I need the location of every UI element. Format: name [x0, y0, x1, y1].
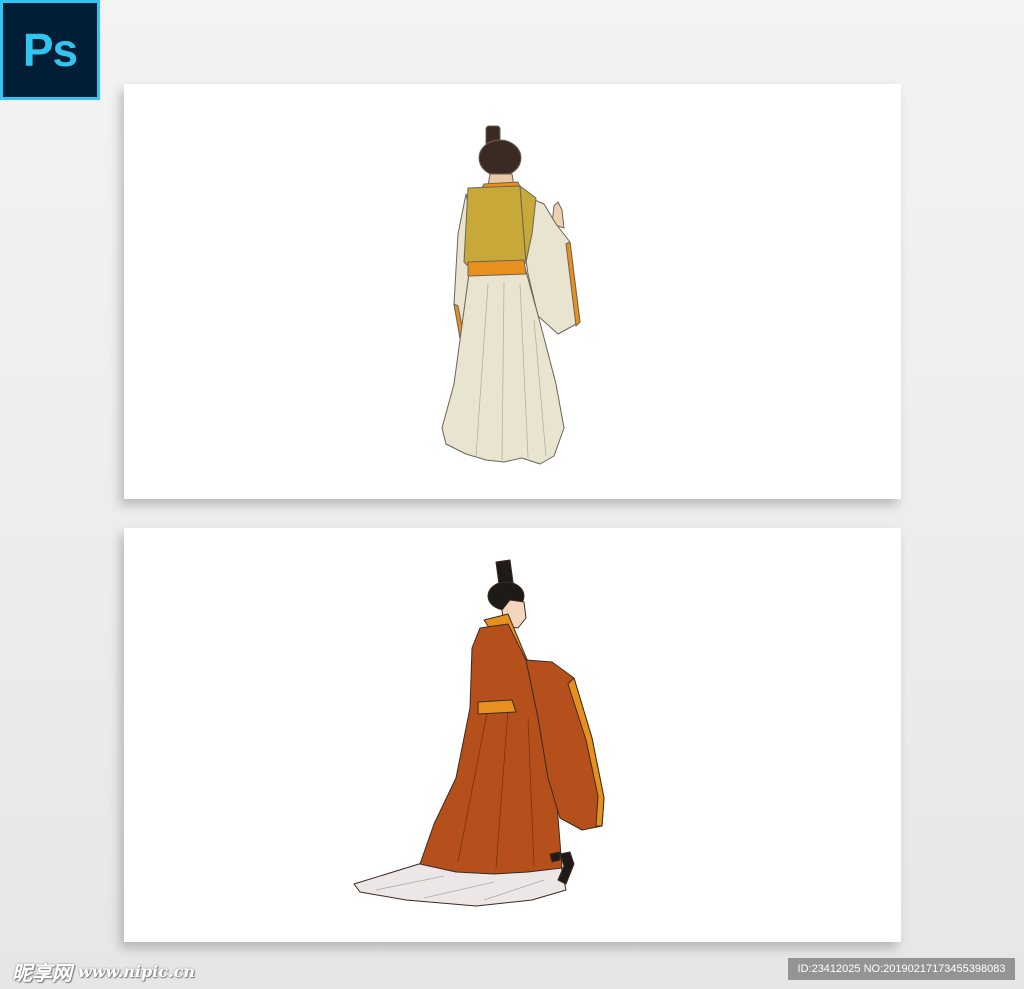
watermark-url: www.nipic.cn: [78, 961, 195, 981]
standing-figure-back-view-icon: [441, 125, 581, 465]
image-id-badge: ID:23412025 NO:20190217173455398083: [788, 958, 1015, 980]
preview-card-side-view: [124, 528, 901, 942]
site-watermark: 昵享网 www.nipic.cn: [12, 957, 195, 985]
preview-card-back-view: [124, 84, 901, 499]
watermark-brand: 昵享网: [12, 960, 72, 985]
walking-figure-side-view-icon: [353, 559, 605, 907]
photoshop-logo-icon: Ps: [0, 0, 100, 100]
